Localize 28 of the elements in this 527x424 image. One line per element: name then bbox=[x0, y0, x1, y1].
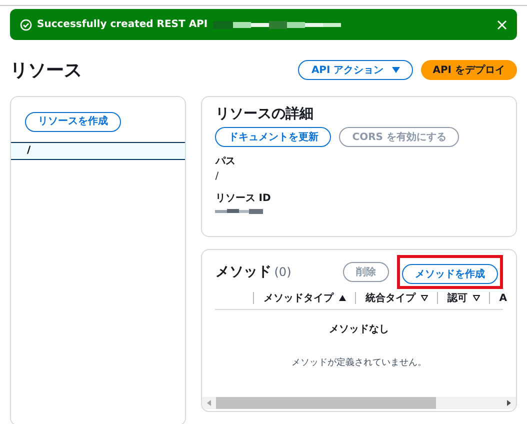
scrollbar-thumb[interactable] bbox=[216, 397, 436, 409]
column-header[interactable]: メソッドタイプ bbox=[263, 290, 334, 306]
actions-dropdown[interactable]: API アクション bbox=[298, 60, 413, 80]
page-title: リソース bbox=[10, 58, 82, 82]
empty-title: メソッドなし bbox=[328, 323, 390, 337]
check-circle-icon bbox=[20, 18, 32, 30]
tree-item[interactable]: / bbox=[11, 142, 186, 160]
action-button[interactable]: メソッドを作成 bbox=[402, 264, 498, 284]
create-resource-button[interactable]: リソースを作成 bbox=[25, 112, 121, 132]
field-label: パス bbox=[215, 155, 236, 169]
methods-title: メソッド bbox=[215, 262, 272, 282]
column-header[interactable]: 認可 bbox=[447, 290, 468, 306]
banner-message: Successfully created REST API bbox=[37, 18, 208, 32]
methods-count: (0) bbox=[274, 264, 292, 281]
column-header[interactable]: 統合タイプ bbox=[365, 290, 416, 306]
details-title: リソースの詳細 bbox=[215, 105, 314, 124]
scroll-right-icon[interactable] bbox=[507, 400, 511, 406]
horizontal-scrollbar[interactable] bbox=[202, 397, 516, 409]
action-button[interactable]: ドキュメントを更新 bbox=[215, 127, 332, 147]
field-label: リソース ID bbox=[215, 192, 272, 206]
scroll-left-icon[interactable] bbox=[207, 400, 212, 406]
column-header[interactable]: A bbox=[499, 290, 507, 306]
close-icon[interactable] bbox=[497, 20, 507, 30]
redacted-id-drawing bbox=[215, 209, 264, 215]
deploy-button[interactable]: API をデプロイ bbox=[420, 60, 517, 80]
empty-text: メソッドが定義されていません。 bbox=[290, 357, 428, 370]
field-value: / bbox=[215, 170, 220, 184]
caret-icon bbox=[392, 67, 400, 73]
